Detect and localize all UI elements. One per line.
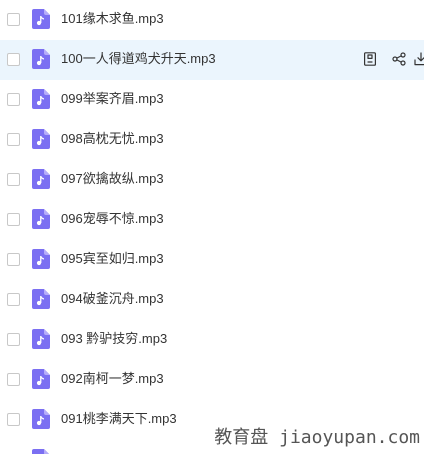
file-name[interactable]: 100一人得道鸡犬升天.mp3 [61,40,216,78]
file-row[interactable]: 099举案齐眉.mp3 [0,80,424,120]
watermark-text: 教育盘 jiaoyupan.com [214,427,420,448]
file-row[interactable]: 098高枕无忧.mp3 [0,120,424,160]
row-checkbox[interactable] [7,373,20,386]
file-name[interactable]: 097欲擒故纵.mp3 [61,160,164,198]
file-info-icon[interactable] [363,52,377,66]
file-row[interactable]: 101缘木求鱼.mp3 [0,0,424,40]
music-file-icon [32,49,50,69]
row-checkbox[interactable] [7,333,20,346]
music-file-icon [32,209,50,229]
file-name[interactable]: 091桃李满天下.mp3 [61,400,177,438]
file-row[interactable]: 097欲擒故纵.mp3 [0,160,424,200]
file-name[interactable]: 094破釜沉舟.mp3 [61,280,164,318]
file-name[interactable]: 096宠辱不惊.mp3 [61,200,164,238]
download-icon[interactable] [414,52,424,66]
music-file-icon [32,89,50,109]
row-hover-actions [363,52,424,66]
row-checkbox[interactable] [7,293,20,306]
file-row[interactable]: 100一人得道鸡犬升天.mp3 [0,40,424,80]
row-checkbox[interactable] [7,133,20,146]
file-list: 101缘木求鱼.mp3 100一人得道鸡犬升天.mp3 099举案齐眉.mp3 … [0,0,424,454]
file-name[interactable]: 092南柯一梦.mp3 [61,360,164,398]
row-checkbox[interactable] [7,213,20,226]
row-checkbox[interactable] [7,93,20,106]
file-name[interactable]: 095宾至如归.mp3 [61,240,164,278]
row-checkbox[interactable] [7,53,20,66]
row-checkbox[interactable] [7,413,20,426]
music-file-icon [32,9,50,29]
file-name[interactable]: 093 黔驴技穷.mp3 [61,320,167,358]
music-file-icon [32,169,50,189]
row-checkbox[interactable] [7,13,20,26]
music-file-icon [32,329,50,349]
music-file-icon [32,369,50,389]
row-checkbox[interactable] [7,173,20,186]
file-name[interactable]: 099举案齐眉.mp3 [61,80,164,118]
music-file-icon [32,129,50,149]
music-file-icon [32,289,50,309]
row-checkbox[interactable] [7,253,20,266]
music-file-icon [32,249,50,269]
share-icon[interactable] [392,52,406,66]
file-row[interactable]: 095宾至如归.mp3 [0,240,424,280]
music-file-icon [32,449,50,454]
file-row[interactable]: 094破釜沉舟.mp3 [0,280,424,320]
file-name[interactable]: 098高枕无忧.mp3 [61,120,164,158]
file-row[interactable]: 092南柯一梦.mp3 [0,360,424,400]
file-name[interactable]: 101缘木求鱼.mp3 [61,0,164,38]
file-row[interactable]: 096宠辱不惊.mp3 [0,200,424,240]
file-row[interactable]: 093 黔驴技穷.mp3 [0,320,424,360]
music-file-icon [32,409,50,429]
